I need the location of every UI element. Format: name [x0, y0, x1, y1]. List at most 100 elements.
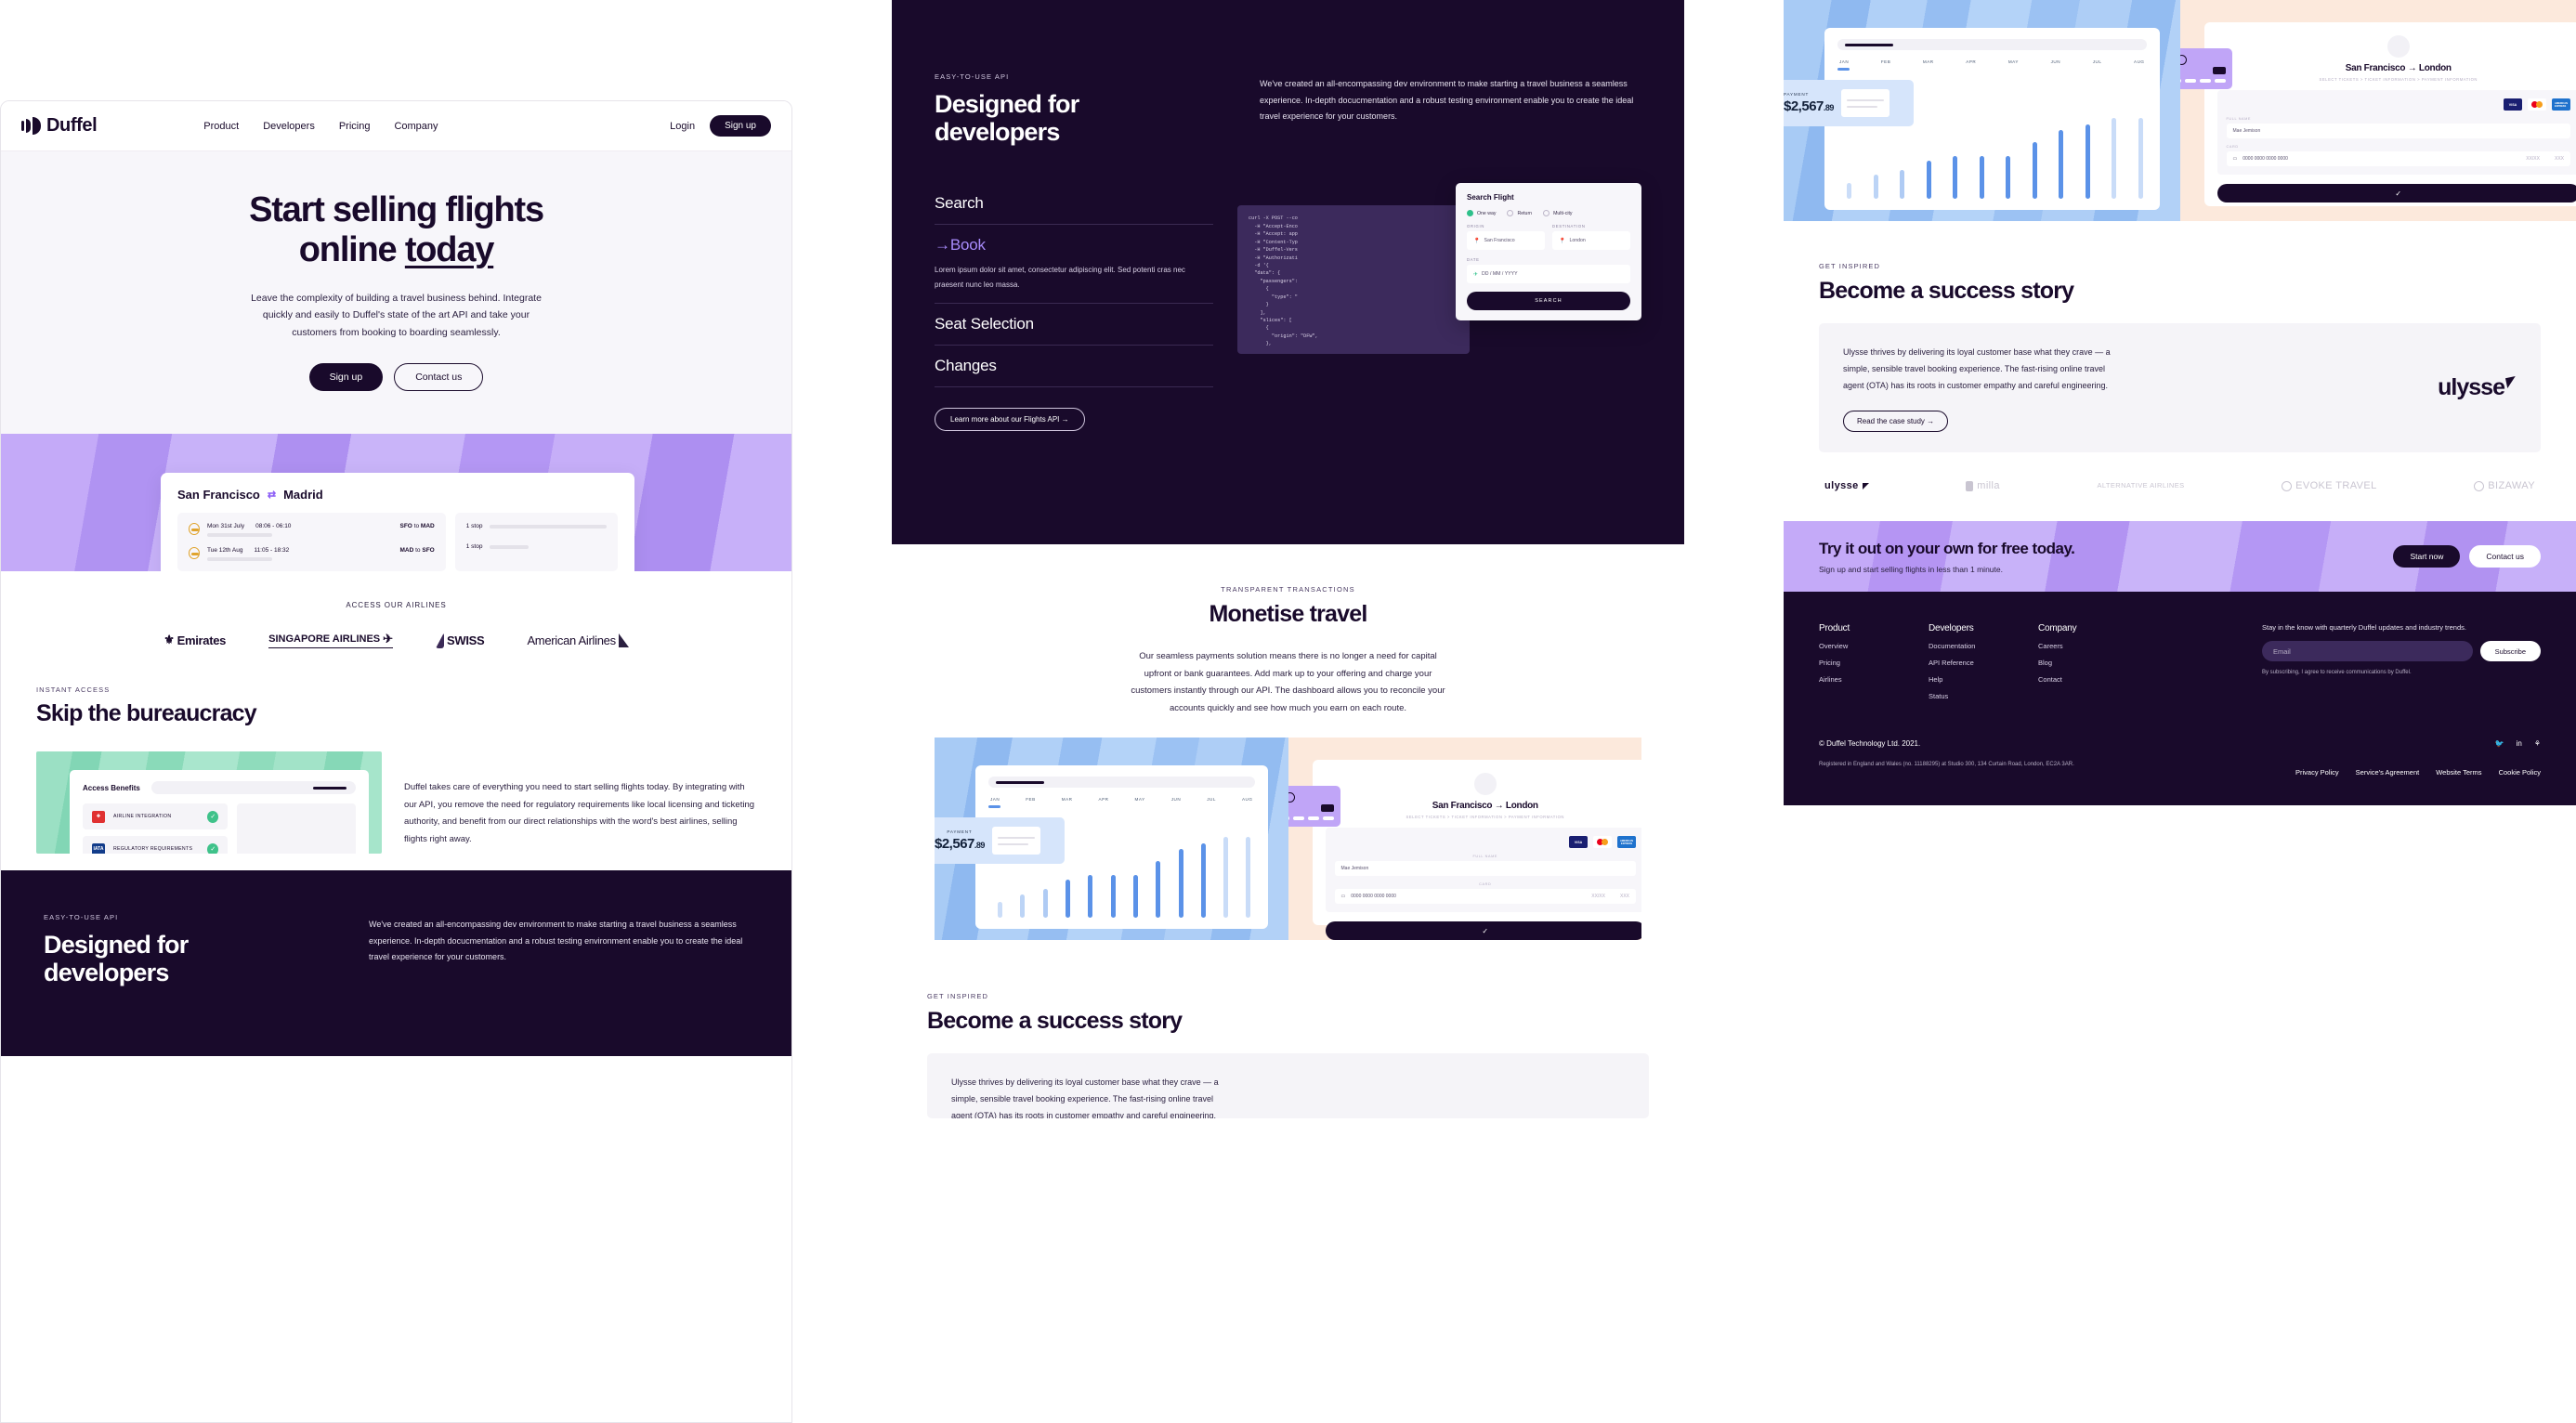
- dashboard-graphic: JAN FEB MAR APR MAY JUN JUL AUG PAYMENT $2,567.…: [935, 738, 1288, 941]
- accordion-item-search[interactable]: Search: [935, 183, 1213, 226]
- chart-tick-label: MAY: [2007, 59, 2019, 64]
- footer: Product Overview Pricing Airlines Develo…: [1784, 592, 2576, 805]
- chart-tick-label: JAN: [1839, 59, 1850, 64]
- footer-link[interactable]: Status: [1929, 692, 2003, 700]
- learn-more-button[interactable]: Learn more about our Flights API →: [935, 407, 1085, 431]
- hero-title-underline: today: [404, 229, 495, 269]
- footer-link[interactable]: Blog: [2038, 659, 2112, 667]
- chart-tick-label: FEB: [1026, 797, 1036, 803]
- radio-return[interactable]: Return: [1507, 210, 1532, 217]
- chart-tick-label: AUG: [2134, 59, 2145, 64]
- twitter-icon[interactable]: 🐦: [2495, 739, 2504, 748]
- legal-link-service-agreement[interactable]: Service's Agreement: [2356, 768, 2420, 777]
- radio-one-way[interactable]: One way: [1467, 210, 1496, 217]
- login-link[interactable]: Login: [670, 121, 695, 132]
- nav-link-developers[interactable]: Developers: [263, 121, 315, 132]
- fullname-label: FULL NAME: [1472, 855, 1498, 859]
- confirm-button[interactable]: ✓: [1325, 921, 1641, 941]
- ulysse-logo: ulysse: [2438, 374, 2518, 401]
- subscribe-button[interactable]: Subscribe: [2479, 641, 2541, 661]
- footer-link[interactable]: Overview: [1819, 642, 1893, 650]
- chart-bar: [2085, 124, 2090, 199]
- dashboard-search-bar[interactable]: [988, 777, 1255, 789]
- bureaucracy-title: Skip the bureaucracy: [36, 700, 257, 727]
- fullname-input[interactable]: Mae Jemison: [1334, 861, 1636, 877]
- mastercard-icon: [2528, 98, 2546, 111]
- nav-link-product[interactable]: Product: [203, 121, 239, 132]
- airline-logo-icon: [189, 547, 200, 560]
- accordion-item-changes[interactable]: Changes: [935, 346, 1213, 387]
- footer-link[interactable]: Airlines: [1819, 675, 1893, 684]
- legal-link-privacy[interactable]: Privacy Policy: [2295, 768, 2339, 777]
- avatar: [2386, 35, 2410, 58]
- accordion-label: Changes: [935, 356, 997, 374]
- chart-bar: [1110, 875, 1116, 919]
- nav-link-pricing[interactable]: Pricing: [339, 121, 371, 132]
- accordion-item-seat-selection[interactable]: Seat Selection: [935, 304, 1213, 346]
- date-field: DATE ✈ DD / MM / YYYY: [1467, 257, 1630, 284]
- duffel-logo-icon: [21, 117, 41, 135]
- cta-contact-button[interactable]: Contact us: [2469, 545, 2541, 568]
- footer-link[interactable]: API Reference: [1929, 659, 2003, 667]
- email-input[interactable]: [2262, 641, 2473, 661]
- check-icon: ✓: [207, 810, 219, 823]
- success-title: Become a success story: [1819, 278, 2074, 304]
- destination-input[interactable]: 📍 London: [1552, 231, 1630, 251]
- footer-link[interactable]: Documentation: [1929, 642, 2003, 650]
- card-input[interactable]: ▭ 0000 0000 0000 0000 XX/XX XXX: [1334, 889, 1636, 905]
- footer-link[interactable]: Contact: [2038, 675, 2112, 684]
- swiss-logo-icon: ✚: [92, 810, 105, 823]
- chart-tick-label: JUL: [2092, 59, 2102, 64]
- flight-leg[interactable]: Tue 12th Aug 11:05 - 18:32 MAD to SFO: [189, 547, 435, 562]
- accordion-body: Lorem ipsum dolor sit amet, consectetur …: [935, 266, 1185, 289]
- footer-link[interactable]: Careers: [2038, 642, 2112, 650]
- iata-logo-icon: IATA: [92, 842, 105, 855]
- radio-multi-city[interactable]: Multi-city: [1543, 210, 1573, 217]
- accordion-label: Seat Selection: [935, 314, 1034, 333]
- linkedin-icon[interactable]: in: [2517, 739, 2522, 748]
- search-button[interactable]: SEARCH: [1467, 292, 1630, 311]
- code-snippet: curl -X POST --co -H "Accept-Enco -H "Ac…: [1237, 205, 1470, 355]
- start-now-button[interactable]: Start now: [2393, 545, 2461, 568]
- amex-icon: AMERICAN EXPRESS: [2552, 98, 2570, 111]
- hero-signup-button[interactable]: Sign up: [308, 363, 384, 392]
- fullname-input[interactable]: Mae Jemison: [2226, 124, 2570, 138]
- nav-link-company[interactable]: Company: [394, 121, 438, 132]
- footer-link[interactable]: Pricing: [1819, 659, 1893, 667]
- card-brands: VISA AMERICAN EXPRESS: [2227, 98, 2570, 111]
- legal-link-cookie-policy[interactable]: Cookie Policy: [2499, 768, 2541, 777]
- search-pill[interactable]: [150, 781, 356, 795]
- newsletter-text: Stay in the know with quarterly Duffel u…: [2262, 623, 2466, 632]
- confirm-button[interactable]: ✓: [2216, 184, 2576, 202]
- card-input[interactable]: ▭ 0000 0000 0000 0000 XX/XX XXX: [2226, 151, 2570, 166]
- stop-row: 1 stop: [466, 523, 607, 529]
- flight-leg[interactable]: Mon 31st July 08:06 - 06:10 SFO to MAD: [189, 523, 435, 538]
- airline-logo-swiss: SWISS: [436, 632, 485, 648]
- signup-button[interactable]: Sign up: [710, 115, 771, 137]
- chart-bar: [1847, 183, 1851, 199]
- chart-bar: [1088, 875, 1093, 919]
- chart-tick-label: FEB: [1880, 59, 1891, 64]
- benefit-item: IATA REGULATORY REQUIREMENTS ✓: [83, 836, 229, 855]
- mastercard-icon: [1593, 836, 1612, 849]
- github-icon[interactable]: ⚘: [2534, 739, 2541, 748]
- cta-title: Try it out on your own for free today.: [1819, 539, 2075, 557]
- origin-input[interactable]: 📍 San Francisco: [1467, 231, 1545, 251]
- success-quote: Ulysse thrives by delivering its loyal c…: [1843, 347, 2111, 390]
- dashboard-search-bar[interactable]: [1837, 39, 2147, 50]
- chart-bar: [1200, 842, 1206, 919]
- date-input[interactable]: ✈ DD / MM / YYYY: [1467, 265, 1630, 284]
- accordion-item-book[interactable]: Book Lorem ipsum dolor sit amet, consect…: [935, 225, 1213, 304]
- footer-link[interactable]: Help: [1929, 675, 2003, 684]
- legal-link-website-terms[interactable]: Website Terms: [2436, 768, 2481, 777]
- hero-contact-button[interactable]: Contact us: [394, 363, 484, 392]
- plane-icon: ✈: [1473, 271, 1479, 278]
- read-case-study-button[interactable]: Read the case study →: [1843, 411, 1949, 432]
- page-panel-middle: EASY-TO-USE API Designed for developers W…: [892, 0, 1684, 1423]
- pin-icon: 📍: [1559, 238, 1566, 244]
- brand-logo[interactable]: Duffel: [21, 115, 98, 137]
- chart-bar: [1156, 860, 1161, 919]
- payment-label: PAYMENT: [947, 829, 973, 835]
- accordion-label: Search: [935, 194, 984, 213]
- airlines-section: ACCESS OUR AIRLINES ⚜ Emirates SINGAPORE …: [1, 571, 791, 673]
